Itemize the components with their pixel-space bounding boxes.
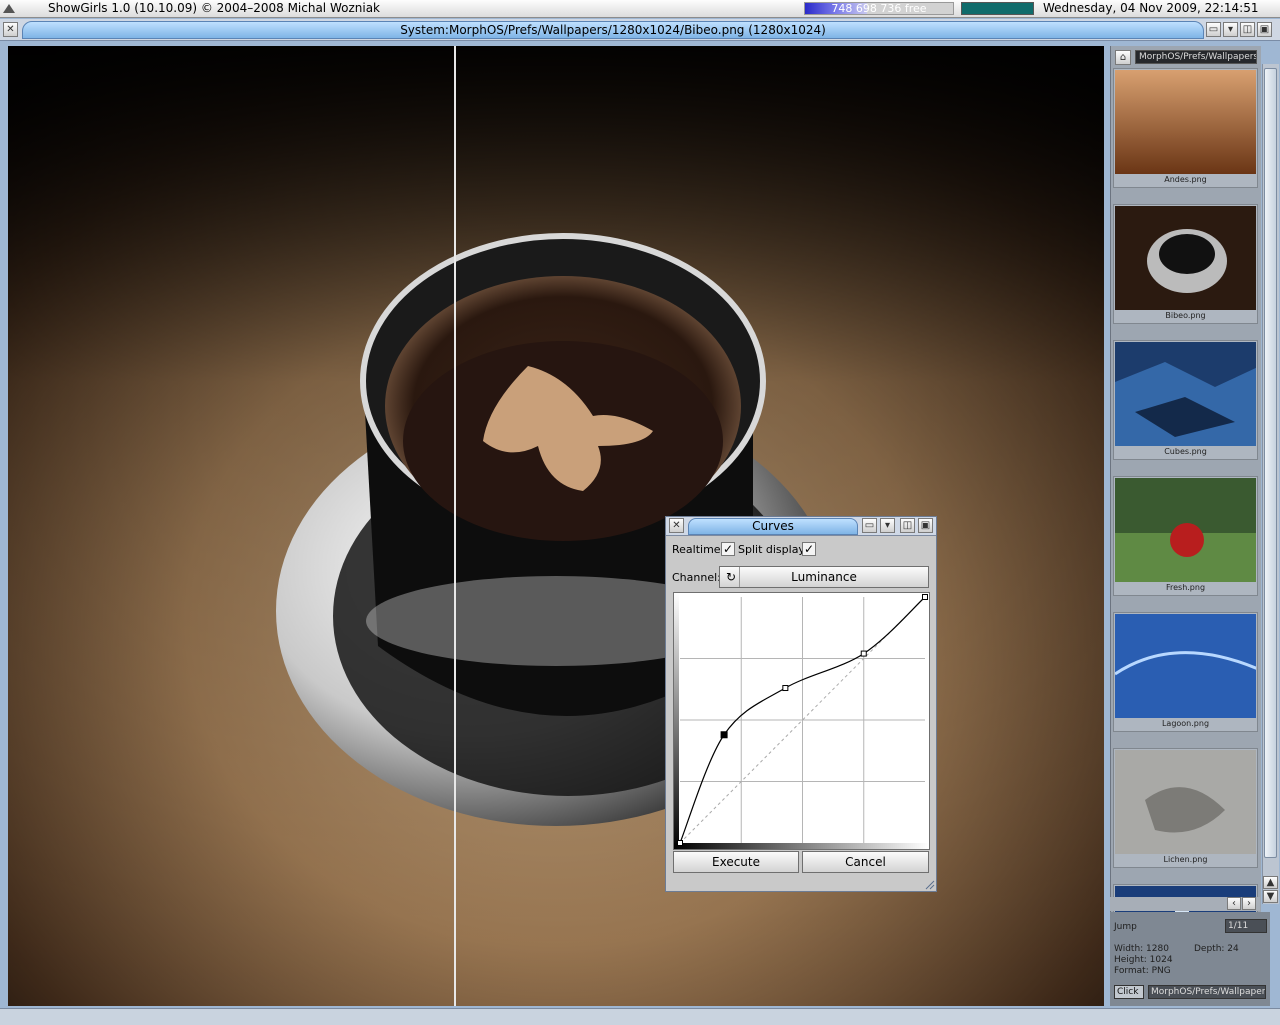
curve-plot[interactable] (674, 593, 929, 849)
scrollbar-knob[interactable] (1264, 68, 1277, 858)
window-bottom-border (0, 1008, 1280, 1025)
jump-field[interactable]: 1/11 (1225, 919, 1267, 933)
curve-control-point[interactable] (782, 685, 789, 692)
morphos-butterfly-icon[interactable] (2, 2, 16, 14)
thumbnail-caption: Lagoon.png (1161, 719, 1210, 728)
thumbnail-item[interactable]: Lagoon.png (1113, 612, 1258, 732)
split-display-label: Split display: (738, 543, 808, 556)
depth-icon[interactable]: ▣ (1257, 22, 1272, 37)
curve-control-point[interactable] (677, 840, 683, 846)
thumbnail-caption: Lichen.png (1163, 855, 1208, 864)
arrow-up-icon[interactable]: ▲ (1263, 876, 1278, 889)
thumbnail-image (1115, 70, 1256, 174)
thumbnail-caption: Cubes.png (1164, 447, 1207, 456)
chevron-left-icon[interactable]: ‹ (1227, 897, 1241, 910)
screen-title: ShowGirls 1.0 (10.10.09) © 2004–2008 Mic… (48, 1, 381, 15)
input-gradient-strip (674, 843, 929, 849)
thumbnail-folder-path[interactable]: MorphOS/Prefs/Wallpapers/1280x1024 (1135, 50, 1257, 64)
path-field[interactable]: MorphOS/Prefs/Wallpapers/ (1148, 985, 1266, 999)
execute-button[interactable]: Execute (673, 851, 799, 873)
iconify-icon[interactable]: ▭ (1206, 22, 1221, 37)
thumbnail-image (1115, 478, 1256, 582)
thumbnail-image (1115, 750, 1256, 854)
thumbnail-item[interactable]: Fresh.png (1113, 476, 1258, 596)
curve-control-point[interactable] (720, 731, 728, 739)
curve-control-point[interactable] (922, 594, 928, 600)
close-icon[interactable]: ✕ (3, 22, 18, 37)
curve-control-point[interactable] (860, 650, 867, 657)
cpu-meter (961, 2, 1034, 15)
info-line: Height: 1024 (1114, 955, 1173, 965)
thumbnail-caption: Bibeo.png (1165, 311, 1206, 320)
split-display-checkbox[interactable]: ✓ (802, 542, 816, 556)
thumbnail-panel: ⌂ MorphOS/Prefs/Wallpapers/1280x1024 And… (1110, 46, 1261, 1006)
thumbnail-image (1115, 614, 1256, 718)
channel-cycle-button[interactable]: ↻ Luminance (719, 566, 929, 588)
channel-value: Luminance (791, 570, 857, 584)
realtime-checkbox[interactable]: ✓ (721, 542, 735, 556)
window-title-tab[interactable]: System:MorphOS/Prefs/Wallpapers/1280x102… (22, 21, 1204, 39)
depth-icon[interactable]: ▣ (918, 518, 933, 533)
curves-dialog: ✕ Curves ▭ ▾ ◫ ▣ Realtime: ✓ Split displ… (665, 516, 937, 892)
thumbnail-toolbar: ⌂ MorphOS/Prefs/Wallpapers/1280x1024 (1113, 48, 1259, 66)
vertical-scrollbar[interactable]: ▲ ▼ (1262, 64, 1279, 904)
zoom-icon[interactable]: ◫ (1240, 22, 1255, 37)
resize-handle-icon[interactable] (925, 880, 935, 890)
cancel-button[interactable]: Cancel (802, 851, 929, 873)
window-title-bar[interactable]: ✕ System:MorphOS/Prefs/Wallpapers/1280x1… (0, 19, 1280, 41)
arrow-down-icon[interactable]: ▼ (1263, 890, 1278, 903)
thumbnail-item[interactable]: Cubes.png (1113, 340, 1258, 460)
iconify-icon[interactable]: ▭ (862, 518, 877, 533)
info-line: Width: 1280 (1114, 944, 1169, 954)
clock: Wednesday, 04 Nov 2009, 22:14:51 (1043, 1, 1259, 15)
window-title: System:MorphOS/Prefs/Wallpapers/1280x102… (400, 23, 826, 37)
thumbnail-item[interactable]: Bibeo.png (1113, 204, 1258, 324)
thumbnail-item[interactable]: Andes.png (1113, 68, 1258, 188)
zoom-icon[interactable]: ◫ (900, 518, 915, 533)
image-info-panel: Jump 1/11 Width: 1280 Height: 1024 Depth… (1110, 912, 1270, 1006)
chevron-right-icon[interactable]: › (1242, 897, 1256, 910)
info-line: Depth: 24 (1194, 944, 1239, 954)
realtime-label: Realtime: (672, 543, 725, 556)
curve-editor[interactable] (673, 592, 930, 850)
output-gradient-strip (674, 593, 679, 849)
curves-title-bar[interactable]: ✕ Curves ▭ ▾ ◫ ▣ (666, 517, 936, 536)
curves-title: Curves (688, 518, 858, 535)
close-icon[interactable]: ✕ (669, 518, 684, 533)
info-line: Format: PNG (1114, 966, 1171, 976)
click-button[interactable]: Click (1114, 985, 1144, 999)
memory-free-text: 748 698 736 free (831, 2, 927, 15)
parent-folder-icon[interactable]: ⌂ (1115, 50, 1131, 65)
split-display-line[interactable] (454, 46, 456, 1006)
thumbnail-image (1115, 342, 1256, 446)
channel-label: Channel: (672, 571, 721, 584)
prefs-icon[interactable]: ▾ (880, 518, 895, 533)
thumbnail-item[interactable]: Lichen.png (1113, 748, 1258, 868)
memory-gauge: 748 698 736 free (804, 2, 954, 15)
thumbnail-nav: ‹ › (1110, 897, 1260, 911)
thumbnail-caption: Andes.png (1164, 175, 1207, 184)
wallpaper-image (8, 46, 1104, 1006)
image-view[interactable] (8, 46, 1104, 1006)
prefs-icon[interactable]: ▾ (1223, 22, 1238, 37)
thumbnail-image (1115, 206, 1256, 310)
cycle-icon: ↻ (723, 567, 740, 587)
jump-label: Jump (1114, 922, 1137, 932)
screen-title-bar: ShowGirls 1.0 (10.10.09) © 2004–2008 Mic… (0, 0, 1280, 18)
thumbnail-caption: Fresh.png (1165, 583, 1206, 592)
